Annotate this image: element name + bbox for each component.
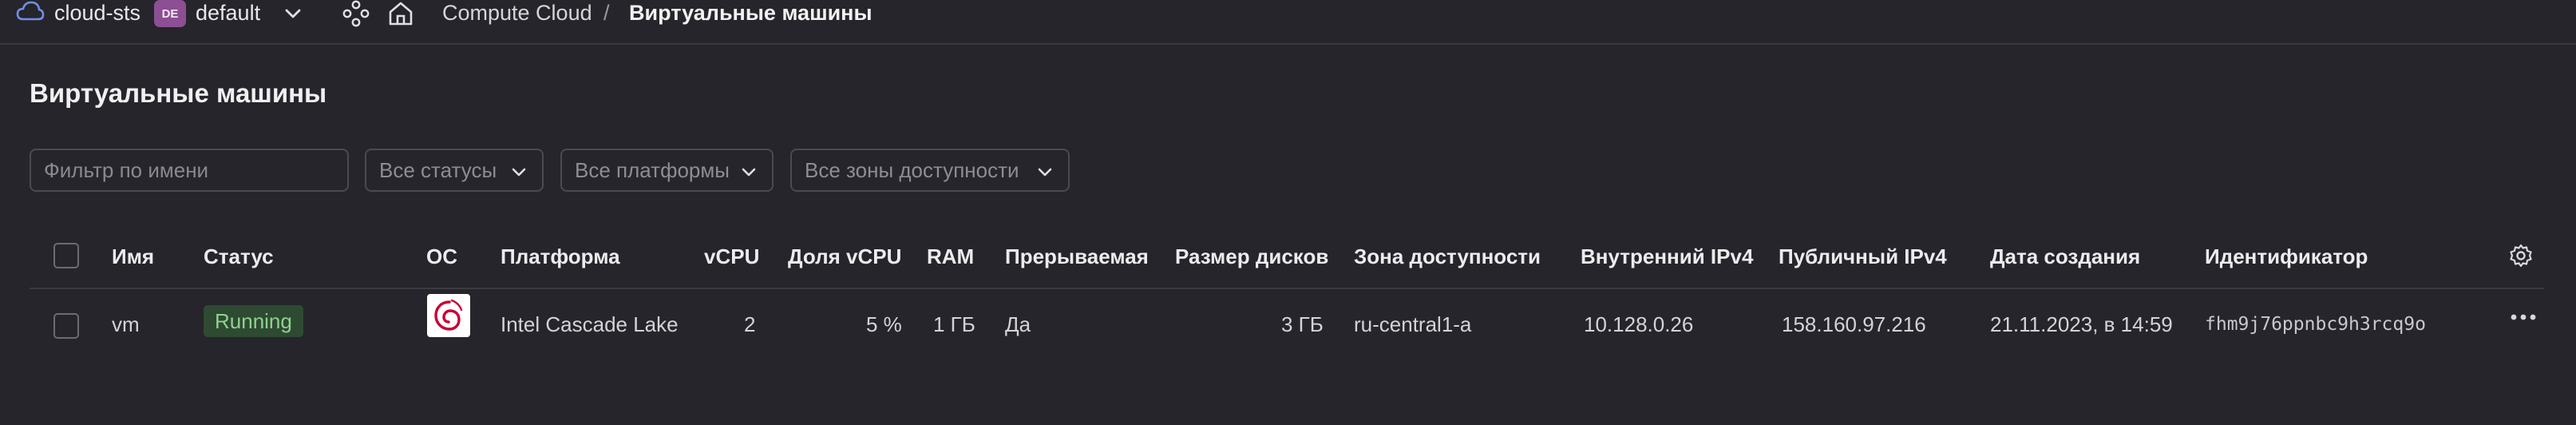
status-filter-select[interactable]: Все статусы [365, 149, 544, 192]
debian-logo-icon [427, 294, 470, 337]
cloud-name[interactable]: cloud-sts [54, 1, 140, 26]
column-header-disk-size[interactable]: Размер дисков [1175, 244, 1328, 269]
name-filter-placeholder: Фильтр по имени [44, 157, 209, 182]
vm-ram: 1 ГБ [933, 312, 975, 336]
home-icon[interactable] [387, 0, 414, 27]
zone-filter-value: Все зоны доступности [805, 157, 1019, 182]
folder-avatar-badge[interactable]: DE [154, 0, 186, 27]
column-header-created[interactable]: Дата создания [1990, 244, 2140, 269]
chevron-down-icon [508, 161, 529, 188]
column-header-platform[interactable]: Платформа [501, 244, 620, 269]
vm-platform: Intel Cascade Lake [501, 312, 679, 336]
zone-filter-select[interactable]: Все зоны доступности [790, 149, 1070, 192]
page-title: Виртуальные машины [30, 78, 327, 108]
chevron-down-icon [1035, 161, 1055, 188]
table-row[interactable]: vm Running Intel Cascade Lake 2 5 % 1 ГБ… [30, 291, 2544, 358]
column-header-zone[interactable]: Зона доступности [1354, 244, 1541, 269]
services-icon[interactable] [342, 0, 370, 27]
platform-filter-select[interactable]: Все платформы [560, 149, 774, 192]
column-header-name[interactable]: Имя [112, 244, 154, 269]
breadcrumb-separator: / [603, 1, 610, 25]
column-header-vcpu[interactable]: vCPU [704, 244, 759, 269]
more-actions-icon[interactable] [2510, 312, 2537, 326]
select-all-checkbox[interactable] [53, 243, 79, 268]
column-header-public-ipv4[interactable]: Публичный IPv4 [1779, 244, 1947, 269]
chevron-down-icon[interactable] [281, 2, 305, 26]
name-filter-input[interactable]: Фильтр по имени [30, 149, 349, 192]
vm-preemptible: Да [1005, 312, 1031, 336]
breadcrumb-current-page: Виртуальные машины [629, 1, 873, 25]
vm-disk-size: 3 ГБ [1281, 312, 1324, 336]
vm-zone: ru-central1-a [1354, 312, 1472, 336]
status-filter-value: Все статусы [379, 157, 497, 182]
vm-id[interactable]: fhm9j76ppnbc9h3rcq9o [2205, 314, 2426, 335]
column-header-os[interactable]: ОС [426, 244, 457, 269]
vm-created-date: 21.11.2023, в 14:59 [1990, 312, 2173, 336]
vm-internal-ipv4[interactable]: 10.128.0.26 [1584, 312, 1693, 337]
vm-vcpu: 2 [744, 312, 756, 336]
column-header-internal-ipv4[interactable]: Внутренний IPv4 [1581, 244, 1753, 269]
vm-name[interactable]: vm [112, 312, 140, 337]
column-header-preemptible[interactable]: Прерываемая [1005, 244, 1149, 269]
breadcrumb-compute-cloud[interactable]: Compute Cloud [442, 1, 592, 26]
platform-filter-value: Все платформы [575, 157, 730, 182]
column-header-ram[interactable]: RAM [927, 244, 974, 269]
column-header-id[interactable]: Идентификатор [2205, 244, 2368, 269]
vm-vcpu-share: 5 % [866, 312, 902, 336]
cloud-icon[interactable] [16, 0, 45, 24]
status-badge: Running [204, 305, 303, 337]
column-header-status[interactable]: Статус [204, 244, 274, 269]
vm-public-ipv4[interactable]: 158.160.97.216 [1782, 312, 1926, 337]
gear-icon[interactable] [2508, 243, 2534, 272]
column-header-vcpu-share[interactable]: Доля vCPU [788, 244, 901, 269]
row-select-checkbox[interactable] [53, 313, 79, 339]
folder-name[interactable]: default [196, 1, 260, 26]
top-navigation-bar: cloud-sts DE default Compute Cloud / Вир… [0, 0, 2576, 45]
table-header-row: Имя Статус ОС Платформа vCPU Доля vCPU R… [30, 228, 2544, 289]
chevron-down-icon [738, 161, 759, 188]
